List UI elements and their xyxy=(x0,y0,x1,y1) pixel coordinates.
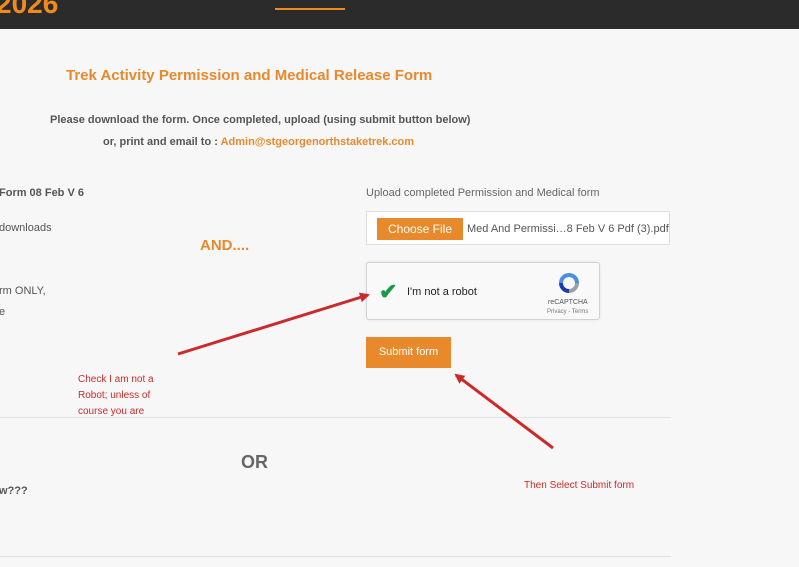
arrow-to-submit xyxy=(454,373,554,450)
annotation-arrows xyxy=(177,292,554,450)
arrow-to-captcha xyxy=(177,292,370,356)
